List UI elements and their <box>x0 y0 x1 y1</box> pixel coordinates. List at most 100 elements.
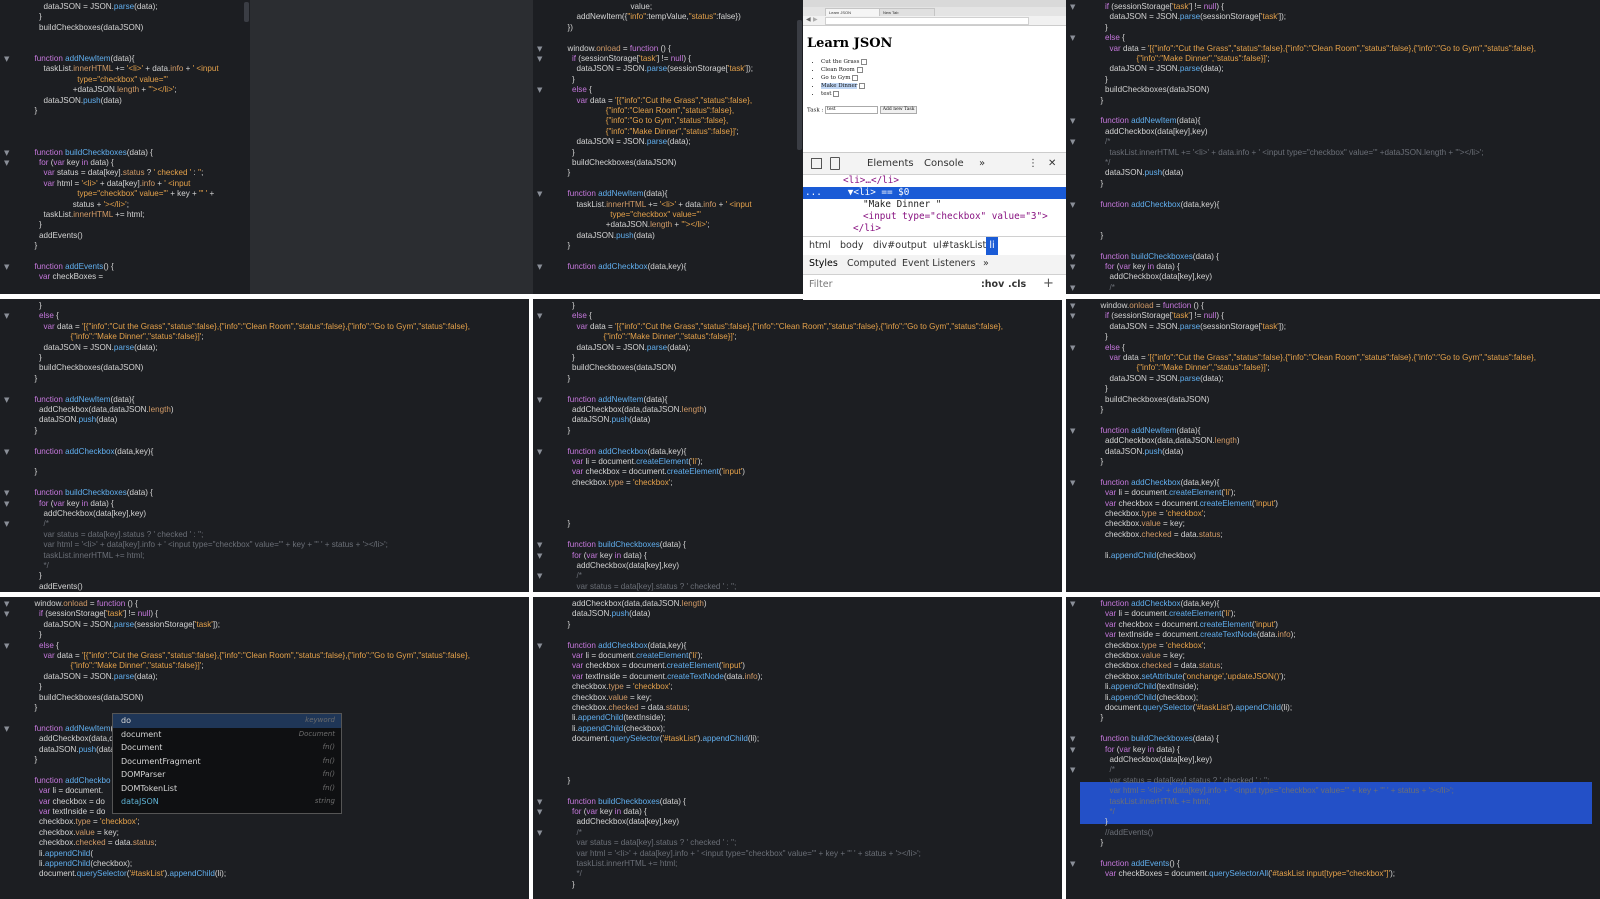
code-line[interactable]: checkbox.type = 'checkbox'; <box>1096 509 1206 519</box>
tab-computed[interactable]: Computed <box>847 255 896 273</box>
code-line[interactable]: function buildCheckboxes(data) { <box>30 488 153 498</box>
code-line[interactable]: document.querySelector('#taskList').appe… <box>563 734 759 744</box>
code-line[interactable]: dataJSON = JSON.parse(sessionStorage['ta… <box>1096 12 1287 22</box>
fold-arrow-icon[interactable]: ▼ <box>4 599 9 609</box>
code-line[interactable]: } <box>563 880 575 890</box>
code-line[interactable]: var checkbox = do <box>30 797 105 807</box>
code-line[interactable]: addEvents() <box>30 231 83 241</box>
fold-arrow-icon[interactable]: ▼ <box>537 807 542 817</box>
code-line[interactable]: dataJSON.push(data) <box>1096 447 1183 457</box>
code-line[interactable]: checkbox.type = 'checkbox'; <box>563 478 673 488</box>
fold-arrow-icon[interactable]: ▼ <box>1070 116 1075 126</box>
code-line[interactable]: dataJSON = JSON.parse(data); <box>30 672 158 682</box>
add-rule-icon[interactable]: + <box>1043 276 1054 291</box>
code-line[interactable]: } <box>563 168 571 178</box>
code-line[interactable]: } <box>1096 179 1104 189</box>
editor-pane-1[interactable]: dataJSON = JSON.parse(data); } buildChec… <box>0 0 250 294</box>
code-line[interactable]: dataJSON = JSON.parse(data); <box>563 137 691 147</box>
editor-pane-6[interactable]: window.onload = function () {▼ if (sessi… <box>1066 299 1600 592</box>
code-line[interactable]: var status = data[key].status ? ' checke… <box>30 168 204 178</box>
tab-styles[interactable]: Styles <box>809 255 838 273</box>
fold-arrow-icon[interactable]: ▼ <box>4 158 9 168</box>
code-line[interactable]: var data = '[{"info":"Cut the Grass","st… <box>1096 44 1536 54</box>
code-line[interactable]: //addEvents() <box>1096 828 1153 838</box>
code-line[interactable]: addCheckbox(data,dataJSON.length) <box>30 405 174 415</box>
fold-arrow-icon[interactable]: ▼ <box>4 519 9 529</box>
fold-arrow-icon[interactable]: ▼ <box>1070 859 1075 869</box>
code-line[interactable]: dataJSON = JSON.parse(data); <box>1096 374 1224 384</box>
fold-arrow-icon[interactable]: ▼ <box>537 395 542 405</box>
autocomplete-item[interactable]: do keyword <box>113 714 341 728</box>
code-line[interactable]: else { <box>30 311 59 321</box>
code-line[interactable]: +dataJSON.length + '"></li>'; <box>563 220 710 230</box>
code-line[interactable]: } <box>1096 817 1108 827</box>
code-line[interactable]: taskList.innerHTML += html; <box>563 859 678 869</box>
back-icon[interactable]: ◀ <box>806 16 811 23</box>
code-line[interactable]: } <box>1096 457 1104 467</box>
code-line[interactable]: dataJSON.push(data) <box>563 415 650 425</box>
code-line[interactable]: checkbox.checked = data.status; <box>1096 661 1223 671</box>
code-line[interactable]: addCheckbox(data,dataJSON.length) <box>563 599 707 609</box>
code-line[interactable]: function addCheckbox(data,key){ <box>1096 200 1220 210</box>
code-line[interactable]: var checkbox = document.createElement('i… <box>563 661 745 671</box>
code-area[interactable]: } else {▼ var data = '[{"info":"Cut the … <box>533 299 1054 592</box>
code-line[interactable]: } <box>30 630 42 640</box>
code-line[interactable]: li.appendChild(textInside); <box>563 713 666 723</box>
code-line[interactable]: var data = '[{"info":"Cut the Grass","st… <box>30 651 470 661</box>
code-line[interactable]: window.onload = function () { <box>1096 301 1204 311</box>
code-line[interactable]: var textInside = do <box>30 807 105 817</box>
code-line[interactable]: var status = data[key].status ? ' checke… <box>1096 293 1270 294</box>
code-line[interactable]: var data = '[{"info":"Cut the Grass","st… <box>563 322 1003 332</box>
code-line[interactable]: function addEvents() { <box>1096 859 1180 869</box>
code-line[interactable]: var html = '<li>' + data[key].info + ' <… <box>30 540 388 550</box>
code-line[interactable]: } <box>563 519 571 529</box>
code-line[interactable]: taskList.innerHTML += html; <box>30 551 145 561</box>
editor-pane-9[interactable]: function addCheckbox(data,key){▼ var li … <box>1066 597 1600 899</box>
code-line[interactable]: function addNewItem(data){ <box>563 189 668 199</box>
code-line[interactable]: document.querySelector('#taskList').appe… <box>1096 703 1292 713</box>
code-line[interactable]: for (var key in data) { <box>1096 262 1180 272</box>
code-line[interactable]: window.onload = function () { <box>563 44 671 54</box>
code-line[interactable]: checkbox.type = 'checkbox'; <box>563 682 673 692</box>
code-line[interactable]: for (var key in data) { <box>30 499 114 509</box>
fold-arrow-icon[interactable]: ▼ <box>537 540 542 550</box>
fold-arrow-icon[interactable]: ▼ <box>4 395 9 405</box>
fold-arrow-icon[interactable]: ▼ <box>537 641 542 651</box>
code-line[interactable]: } <box>30 374 38 384</box>
code-line[interactable]: } <box>30 426 38 436</box>
code-area[interactable]: value; addNewItem({"info":tempValue,"sta… <box>533 0 795 294</box>
code-line[interactable]: var li = document.createElement('li'); <box>1096 488 1236 498</box>
code-line[interactable]: for (var key in data) { <box>563 551 647 561</box>
code-line[interactable]: } <box>1096 23 1108 33</box>
code-line[interactable]: */ <box>563 869 582 879</box>
dom-node[interactable]: <li>…</li> <box>843 175 1066 187</box>
code-line[interactable]: checkbox.checked = data.status; <box>1096 530 1223 540</box>
code-line[interactable]: taskList.innerHTML += '<li>' + data.info… <box>1096 148 1484 158</box>
code-line[interactable]: li.appendChild(checkbox) <box>1096 551 1196 561</box>
autocomplete-popup[interactable]: do keyword document Document Document fn() … <box>112 713 342 814</box>
fold-arrow-icon[interactable]: ▼ <box>4 641 9 651</box>
code-line[interactable]: checkbox.setAttribute('onchange','update… <box>1096 672 1286 682</box>
fold-arrow-icon[interactable]: ▼ <box>1070 301 1075 311</box>
code-line[interactable]: } <box>563 374 571 384</box>
code-line[interactable]: } <box>563 241 571 251</box>
code-line[interactable]: checkbox.checked = data.status; <box>563 703 690 713</box>
code-line[interactable]: if (sessionStorage['task'] != null) { <box>30 609 158 619</box>
code-line[interactable]: var status = data[key].status ? ' checke… <box>30 530 204 540</box>
code-line[interactable]: } <box>1096 405 1104 415</box>
code-line[interactable]: else { <box>1096 343 1125 353</box>
code-line[interactable]: dataJSON = JSON.parse(sessionStorage['ta… <box>1096 322 1287 332</box>
fold-arrow-icon[interactable]: ▼ <box>537 828 542 838</box>
fold-arrow-icon[interactable]: ▼ <box>537 797 542 807</box>
code-line[interactable]: var html = '<li>' + data[key].info + ' <… <box>563 849 921 859</box>
code-line[interactable]: var checkbox = document.createElement('i… <box>1096 620 1278 630</box>
autocomplete-item[interactable]: Document fn() <box>113 741 341 755</box>
code-line[interactable]: else { <box>563 85 592 95</box>
fold-arrow-icon[interactable]: ▼ <box>1070 33 1075 43</box>
code-line[interactable]: var textInside = document.createTextNode… <box>563 672 763 682</box>
code-line[interactable]: addCheckbox(data[key],key) <box>1096 755 1213 765</box>
code-area[interactable]: function addCheckbox(data,key){▼ var li … <box>1066 597 1592 899</box>
code-line[interactable]: } <box>30 467 38 477</box>
code-line[interactable]: } <box>563 426 571 436</box>
code-line[interactable]: {"info":"Make Dinner","status":false}]'; <box>1096 54 1269 64</box>
